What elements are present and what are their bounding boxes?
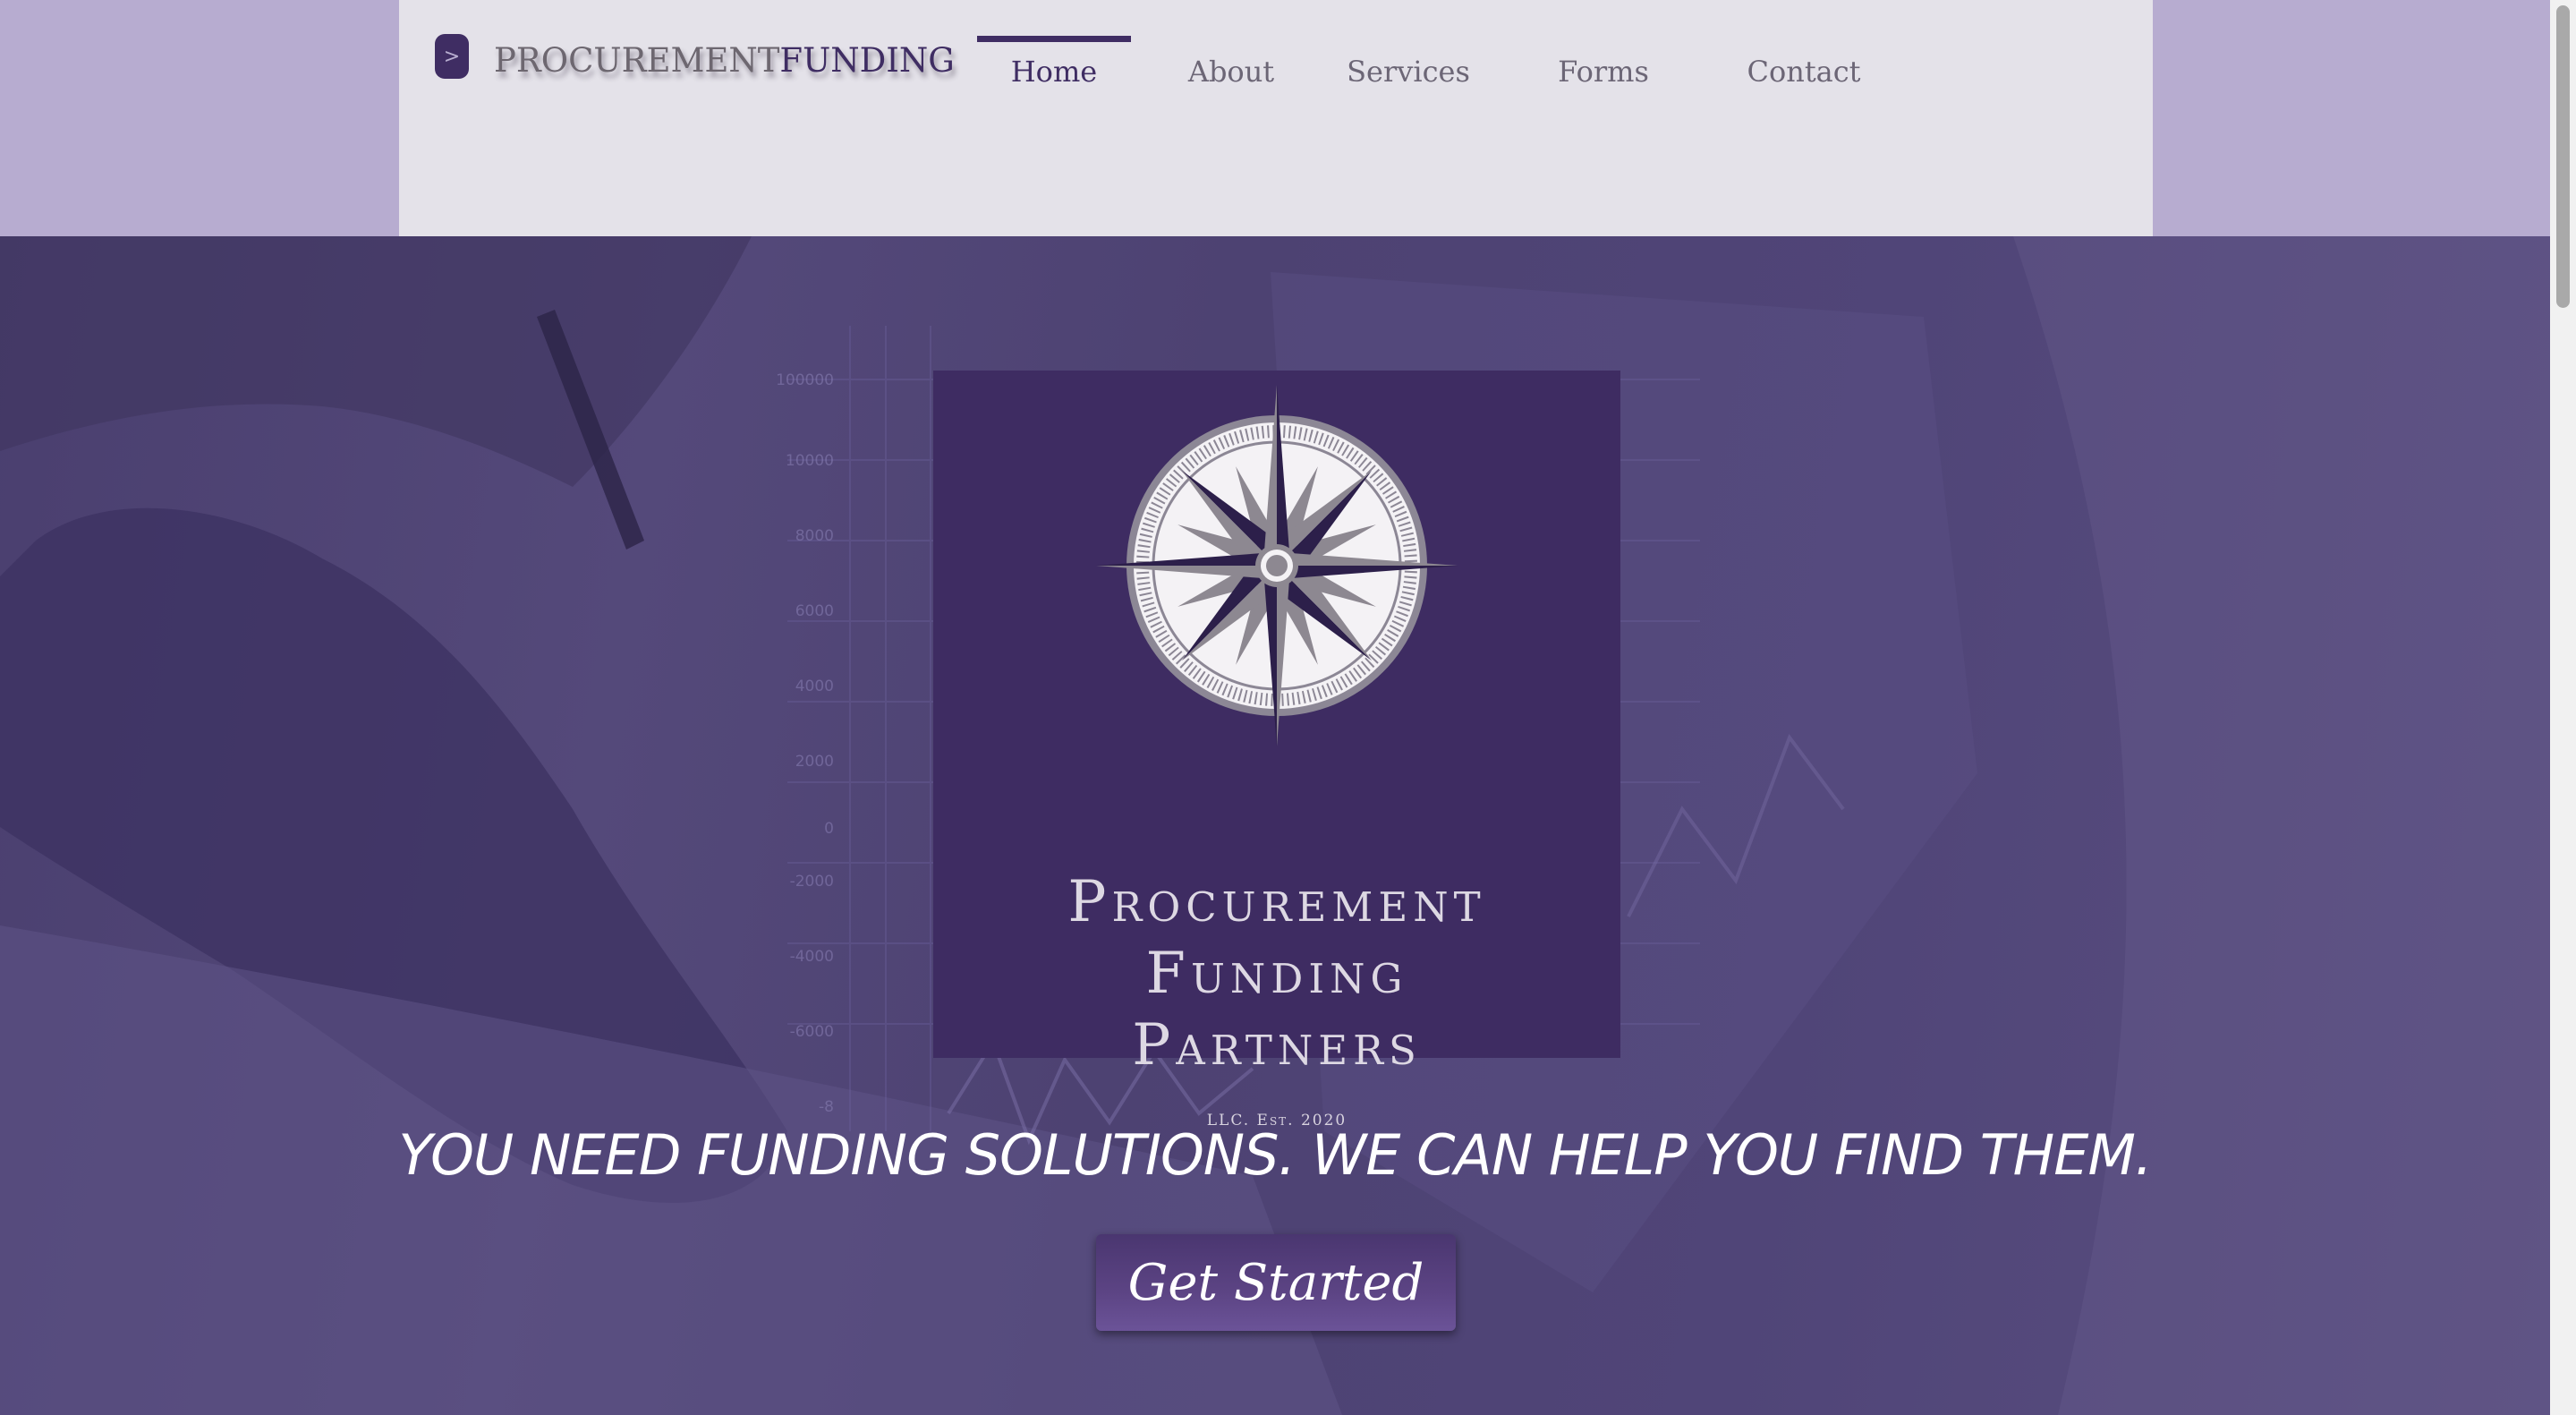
chart-label-0: 100000 [776,371,834,389]
chart-label-8: -4000 [790,948,834,966]
brand-title-line-3: Partners [1132,1012,1422,1078]
chart-label-6: 0 [824,820,834,838]
brand-logo-card: Procurement Funding Partners LLC. Est. 2… [933,371,1620,1129]
hero-tagline: YOU NEED FUNDING SOLUTIONS. WE CAN HELP … [398,1122,2152,1188]
chevron-right-icon[interactable]: > [435,34,469,79]
nav-home[interactable]: Home [977,36,1131,107]
compass-rose-icon [1096,385,1458,746]
logo-text-procurement: PROCUREMENT [494,41,780,80]
site-logo[interactable]: PROCUREMENTFUNDING [494,41,955,80]
chart-label-4: 4000 [795,678,834,695]
site-header: > PROCUREMENTFUNDING Home About Services… [399,0,2153,236]
nav-about[interactable]: About [1167,36,1296,107]
chart-label-9: -6000 [790,1023,834,1041]
chart-label-3: 6000 [795,602,834,620]
brand-title-line-1: Procurement [1067,869,1486,935]
logo-text-funding: FUNDING [779,41,955,80]
chart-label-1: 10000 [786,452,834,470]
chart-label-7: -2000 [790,873,834,891]
chart-label-5: 2000 [795,753,834,771]
nav-services[interactable]: Services [1322,36,1494,107]
chart-label-2: 8000 [795,527,834,545]
brand-card-title: Procurement Funding Partners [933,866,1620,1081]
chart-label-10: -8 [819,1098,834,1116]
sleeve-silhouette [0,236,752,487]
brand-title-line-2: Funding [1145,941,1408,1007]
scrollbar-thumb[interactable] [2556,5,2570,308]
nav-contact[interactable]: Contact [1723,36,1884,107]
nav-forms[interactable]: Forms [1534,36,1673,107]
page-scrollbar[interactable] [2550,0,2576,1415]
get-started-button[interactable]: Get Started [1096,1234,1456,1331]
right-light [2013,236,2550,1415]
hero-section: 100000 10000 8000 6000 4000 2000 0 -2000… [0,236,2550,1415]
